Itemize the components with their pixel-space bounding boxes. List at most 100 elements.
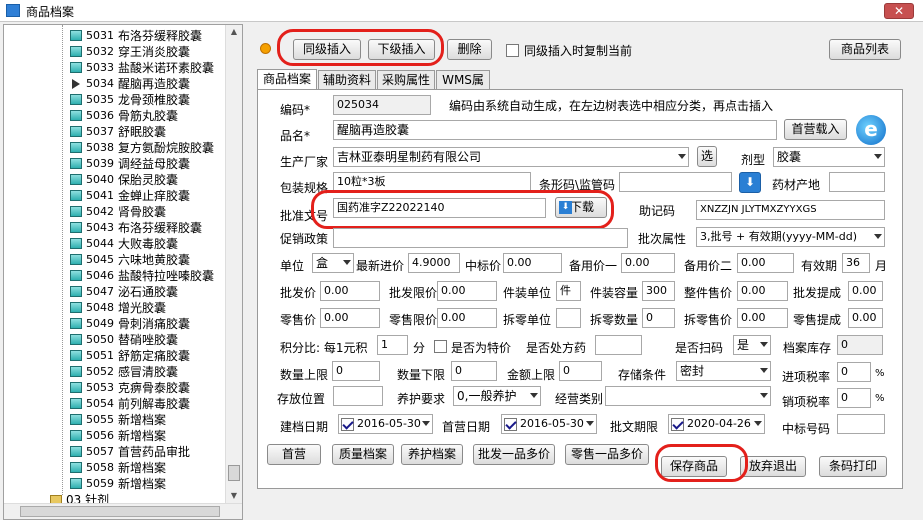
tree-item[interactable]: 5057 首营药品审批 bbox=[70, 443, 190, 459]
tree-item[interactable]: 5041 金蝉止痒胶囊 bbox=[70, 187, 190, 203]
unit-select[interactable]: 盒 bbox=[312, 253, 354, 273]
storage-select[interactable]: 密封 bbox=[676, 361, 771, 381]
name-field[interactable]: 醒脑再造胶囊 bbox=[333, 120, 777, 140]
build-date-picker[interactable]: 2016-05-30 bbox=[338, 414, 433, 434]
tree-item[interactable]: 5055 新增档案 bbox=[70, 411, 166, 427]
bid-price-field[interactable]: 0.00 bbox=[503, 253, 562, 273]
wholesale-limit-field[interactable]: 0.00 bbox=[437, 281, 497, 301]
tree-item[interactable]: 5033 盐酸米诺环素胶囊 bbox=[70, 59, 214, 75]
qty-upper-field[interactable]: 0 bbox=[332, 361, 380, 381]
close-button[interactable]: ✕ bbox=[884, 3, 914, 19]
build-date-checkbox[interactable] bbox=[341, 418, 354, 431]
first-load-button[interactable]: 首营载入 bbox=[784, 119, 847, 140]
approval-expiry-checkbox[interactable] bbox=[671, 418, 684, 431]
validity-field[interactable]: 36 bbox=[842, 253, 870, 273]
tree-item[interactable]: 5043 布洛芬缓释胶囊 bbox=[70, 219, 202, 235]
first-button[interactable]: 首营 bbox=[267, 444, 321, 465]
tree-item[interactable]: 5032 穿王消炎胶囊 bbox=[70, 43, 190, 59]
tree-item[interactable]: 5042 肾骨胶囊 bbox=[70, 203, 166, 219]
maintenance-select[interactable]: 0,一般养护 bbox=[453, 386, 541, 406]
tab-purchase[interactable]: 采购属性 bbox=[377, 70, 435, 90]
tree-item[interactable]: 5035 龙骨颈椎胶囊 bbox=[70, 91, 190, 107]
first-date-picker[interactable]: 2016-05-30 bbox=[501, 414, 597, 434]
tree-item[interactable]: 5034 醒脑再造胶囊 bbox=[70, 75, 190, 91]
tree-item[interactable]: 5037 舒眠胶囊 bbox=[70, 123, 166, 139]
tree-item[interactable]: 5045 六味地黄胶囊 bbox=[70, 251, 190, 267]
copy-current-checkbox[interactable] bbox=[506, 44, 519, 57]
location-field[interactable] bbox=[333, 386, 383, 406]
bid-code-field[interactable] bbox=[837, 414, 885, 434]
tree-item[interactable]: 5040 保胎灵胶囊 bbox=[70, 171, 178, 187]
cancel-exit-button[interactable]: 放弃退出 bbox=[740, 456, 806, 477]
tab-auxiliary[interactable]: 辅助资料 bbox=[318, 70, 376, 90]
download-arrow-icon[interactable]: ⬇ bbox=[739, 172, 761, 193]
maintenance-archive-button[interactable]: 养护档案 bbox=[401, 444, 463, 465]
select-manufacturer-button[interactable]: 选 bbox=[697, 146, 717, 167]
tree-vertical-scrollbar[interactable]: ▲ ▼ bbox=[225, 25, 242, 505]
split-unit-field[interactable] bbox=[556, 308, 581, 328]
piece-unit-field[interactable]: 件 bbox=[556, 281, 581, 301]
latest-price-field[interactable]: 4.9000 bbox=[408, 253, 460, 273]
qty-lower-field[interactable]: 0 bbox=[451, 361, 497, 381]
tree-item[interactable]: 5059 新增档案 bbox=[70, 475, 166, 491]
split-price-field[interactable]: 0.00 bbox=[737, 308, 788, 328]
dosage-select[interactable]: 胶囊 bbox=[773, 147, 885, 167]
tree-item[interactable]: 5038 复方氨酚烷胺胶囊 bbox=[70, 139, 214, 155]
tree-item[interactable]: 5051 舒筋定痛胶囊 bbox=[70, 347, 190, 363]
points-field[interactable]: 1 bbox=[377, 335, 408, 355]
wholesale-commission-field[interactable]: 0.00 bbox=[848, 281, 883, 301]
scroll-down-icon[interactable]: ▼ bbox=[226, 489, 242, 503]
retail-field[interactable]: 0.00 bbox=[320, 308, 380, 328]
mnemonic-field[interactable]: XNZZJN JLYTMXZYYXGS bbox=[696, 200, 885, 220]
wholesale-field[interactable]: 0.00 bbox=[320, 281, 380, 301]
barcode-field[interactable] bbox=[619, 172, 732, 192]
tree-item[interactable]: 5048 增光胶囊 bbox=[70, 299, 166, 315]
wholesale-multi-price-button[interactable]: 批发一品多价 bbox=[473, 444, 555, 465]
retail-multi-price-button[interactable]: 零售一品多价 bbox=[565, 444, 649, 465]
scrollbar-thumb[interactable] bbox=[20, 506, 220, 517]
scan-select[interactable]: 是 bbox=[733, 335, 771, 355]
tree-item[interactable]: 5056 新增档案 bbox=[70, 427, 166, 443]
promo-field[interactable] bbox=[333, 228, 628, 248]
tree-item[interactable]: 5058 新增档案 bbox=[70, 459, 166, 475]
barcode-print-button[interactable]: 条码打印 bbox=[819, 456, 887, 477]
business-type-select[interactable] bbox=[605, 386, 771, 406]
category-tree[interactable]: 5031 布洛芬缓释胶囊 5032 穿王消炎胶囊 5033 盐酸米诺环素胶囊 5034 醒脑再… bbox=[3, 24, 243, 520]
tab-wms[interactable]: WMS属性 bbox=[436, 70, 490, 105]
spare-price1-field[interactable]: 0.00 bbox=[621, 253, 675, 273]
prescription-field[interactable] bbox=[595, 335, 642, 355]
whole-price-field[interactable]: 0.00 bbox=[737, 281, 788, 301]
spec-field[interactable]: 10粒*3板 bbox=[333, 172, 531, 192]
tree-item[interactable]: 5050 替硝唑胶囊 bbox=[70, 331, 178, 347]
delete-button[interactable]: 删除 bbox=[447, 39, 492, 60]
scroll-up-icon[interactable]: ▲ bbox=[226, 25, 242, 39]
tree-item[interactable]: 5049 骨刺消痛胶囊 bbox=[70, 315, 190, 331]
retail-limit-field[interactable]: 0.00 bbox=[437, 308, 497, 328]
herb-origin-field[interactable] bbox=[829, 172, 885, 192]
tree-item[interactable]: 5052 感冒清胶囊 bbox=[70, 363, 178, 379]
manufacturer-select[interactable]: 吉林亚泰明星制药有限公司 bbox=[333, 147, 689, 167]
quality-archive-button[interactable]: 质量档案 bbox=[332, 444, 394, 465]
scrollbar-thumb[interactable] bbox=[228, 465, 240, 481]
tree-item[interactable]: 5031 布洛芬缓释胶囊 bbox=[70, 27, 202, 43]
first-date-checkbox[interactable] bbox=[504, 418, 517, 431]
tab-product-archive[interactable]: 商品档案 bbox=[257, 69, 317, 90]
tree-horizontal-scrollbar[interactable] bbox=[4, 503, 242, 519]
tree-item[interactable]: 5036 骨筋丸胶囊 bbox=[70, 107, 178, 123]
tree-item[interactable]: 5054 前列解毒胶囊 bbox=[70, 395, 190, 411]
tree-item[interactable]: 5047 泌石通胶囊 bbox=[70, 283, 178, 299]
batch-attr-select[interactable]: 3,批号 + 有效期(yyyy-MM-dd) bbox=[696, 227, 885, 247]
split-qty-field[interactable]: 0 bbox=[642, 308, 675, 328]
amount-upper-field[interactable]: 0 bbox=[559, 361, 602, 381]
piece-qty-field[interactable]: 300 bbox=[642, 281, 675, 301]
tree-item[interactable]: 5044 大败毒胶囊 bbox=[70, 235, 178, 251]
browser-logo-icon[interactable]: e bbox=[856, 115, 886, 145]
approval-expiry-picker[interactable]: 2020-04-26 bbox=[668, 414, 765, 434]
tree-item[interactable]: 5046 盐酸特拉唑嗪胶囊 bbox=[70, 267, 214, 283]
product-list-button[interactable]: 商品列表 bbox=[829, 39, 901, 60]
special-price-checkbox[interactable] bbox=[434, 340, 447, 353]
spare-price2-field[interactable]: 0.00 bbox=[737, 253, 794, 273]
retail-commission-field[interactable]: 0.00 bbox=[848, 308, 883, 328]
output-tax-field[interactable]: 0 bbox=[837, 388, 871, 408]
tree-item[interactable]: 5039 调经益母胶囊 bbox=[70, 155, 190, 171]
